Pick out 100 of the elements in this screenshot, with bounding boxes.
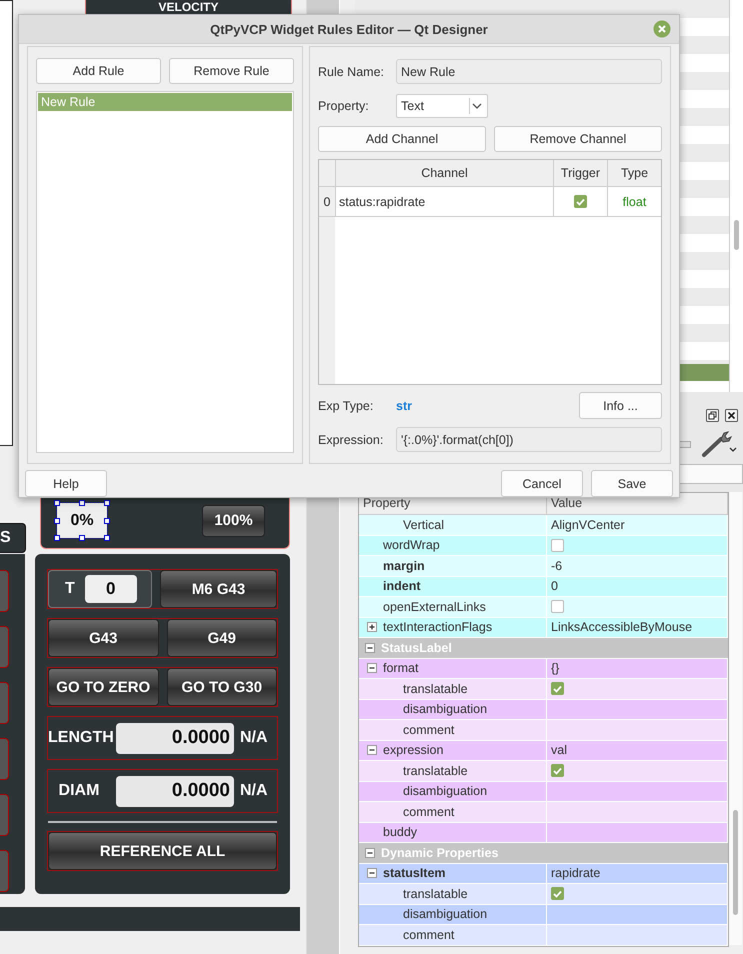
scrollbar-thumb[interactable] (733, 810, 738, 915)
button[interactable]: GO TO G30 (166, 668, 277, 706)
field-label: Rule Name: (318, 64, 385, 78)
button[interactable]: M6 G43 (160, 570, 277, 608)
resize-handle[interactable] (54, 535, 60, 541)
property-name: comment (403, 804, 454, 819)
property-name: statusItem (383, 866, 446, 880)
button[interactable]: Save (591, 470, 673, 497)
property-name: comment (403, 722, 454, 737)
cut-off-button[interactable] (0, 794, 9, 836)
cut-off-button[interactable] (0, 570, 9, 612)
collapse-icon[interactable] (365, 848, 375, 858)
column-header[interactable]: Trigger (554, 160, 608, 186)
property-value[interactable]: rapidrate (551, 866, 600, 880)
property-name: translatable (403, 764, 468, 778)
scrollbar[interactable] (730, 0, 743, 392)
checkbox[interactable] (574, 195, 587, 208)
scrollbar-thumb[interactable] (734, 220, 739, 250)
property-name: margin (383, 558, 425, 573)
resize-handle[interactable] (104, 500, 110, 506)
button[interactable]: Help (25, 470, 107, 497)
table-cell[interactable]: float (608, 187, 661, 216)
button[interactable]: G43 (48, 619, 158, 657)
property-name: wordWrap (383, 538, 440, 552)
property-value[interactable]: -6 (551, 558, 562, 573)
button[interactable]: Remove Channel (494, 126, 662, 152)
expand-icon[interactable] (367, 622, 377, 632)
button[interactable]: Remove Rule (169, 58, 294, 84)
field-label: Exp Type: (318, 398, 374, 412)
collapse-icon[interactable] (367, 868, 377, 878)
collapse-icon[interactable] (365, 642, 375, 653)
property-value[interactable]: 0 (551, 579, 558, 594)
cut-off-button[interactable]: S (0, 523, 26, 553)
value-field[interactable]: 0.0000 (116, 776, 234, 806)
property-name: disambiguation (403, 907, 488, 922)
checkbox[interactable] (551, 764, 564, 778)
checkbox[interactable] (551, 538, 564, 552)
button[interactable]: Info ... (579, 392, 662, 419)
column-header[interactable]: Type (608, 160, 661, 186)
section-title: StatusLabel (381, 640, 452, 655)
percent-label[interactable]: 0% (57, 503, 107, 538)
checkbox[interactable] (551, 682, 564, 696)
resize-handle[interactable] (104, 518, 110, 524)
resize-handle[interactable] (54, 500, 60, 506)
property-value[interactable]: LinksAccessibleByMouse (551, 620, 692, 634)
rule-name-field[interactable]: New Rule (396, 59, 662, 84)
button[interactable]: GO TO ZERO (48, 668, 158, 706)
button[interactable]: Add Channel (318, 126, 486, 152)
check-icon (553, 890, 562, 898)
property-dropdown[interactable]: Text (396, 94, 488, 118)
property-name: comment (403, 928, 454, 942)
section-header: VELOCITY (85, 0, 292, 15)
property-value[interactable]: {} (551, 661, 560, 676)
wrench-icon (701, 430, 737, 458)
scrollbar[interactable] (729, 492, 742, 945)
close-icon[interactable] (653, 20, 671, 38)
button[interactable]: REFERENCE ALL (48, 832, 277, 870)
checkbox[interactable] (551, 600, 564, 614)
tool-label: T (65, 580, 75, 598)
resize-handle[interactable] (54, 518, 60, 524)
cut-off-button[interactable] (0, 682, 9, 724)
field-label: Property: (318, 98, 370, 112)
property-value[interactable]: AlignVCenter (551, 518, 625, 532)
property-name: disambiguation (403, 784, 488, 798)
column-header[interactable]: Channel (336, 160, 554, 186)
collapse-icon[interactable] (367, 745, 377, 756)
button[interactable]: Add Rule (36, 58, 161, 84)
property-name: textInteractionFlags (383, 620, 492, 634)
cut-off-button[interactable] (0, 626, 9, 668)
type-value: str (396, 398, 413, 412)
section-title: Dynamic Properties (381, 846, 498, 860)
window-title: QtPyVCP Widget Rules Editor — Qt Designer (210, 22, 488, 36)
property-name: translatable (403, 886, 468, 901)
property-name: disambiguation (403, 702, 488, 716)
tool-number-field[interactable]: 0 (84, 575, 137, 603)
resize-handle[interactable] (79, 500, 85, 506)
property-name: Vertical (403, 518, 444, 532)
cut-off-button[interactable] (0, 738, 9, 780)
unit-label: N/A (240, 729, 268, 747)
resize-handle[interactable] (79, 535, 85, 541)
button[interactable]: G49 (166, 619, 277, 657)
property-name: format (383, 661, 418, 676)
check-icon (553, 684, 562, 693)
property-value[interactable]: val (551, 743, 567, 758)
table-cell[interactable]: status:rapidrate (336, 187, 554, 216)
resize-handle[interactable] (104, 535, 110, 541)
float-icon (706, 409, 719, 422)
value-field[interactable]: 0.0000 (116, 722, 234, 754)
button[interactable]: 100% (202, 504, 265, 536)
property-name: buddy (383, 825, 418, 840)
collapse-icon[interactable] (367, 663, 377, 674)
button[interactable]: Cancel (501, 470, 583, 497)
property-name: expression (383, 743, 444, 758)
cut-off-button[interactable] (0, 850, 9, 892)
checkbox[interactable] (551, 887, 564, 900)
property-name: openExternalLinks (383, 600, 486, 614)
field-label: Expression: (318, 432, 384, 446)
offset-label: DIAM (58, 782, 100, 800)
expression-field[interactable]: '{:.0%}'.format(ch[0]) (396, 427, 662, 452)
property-name: indent (383, 579, 420, 594)
